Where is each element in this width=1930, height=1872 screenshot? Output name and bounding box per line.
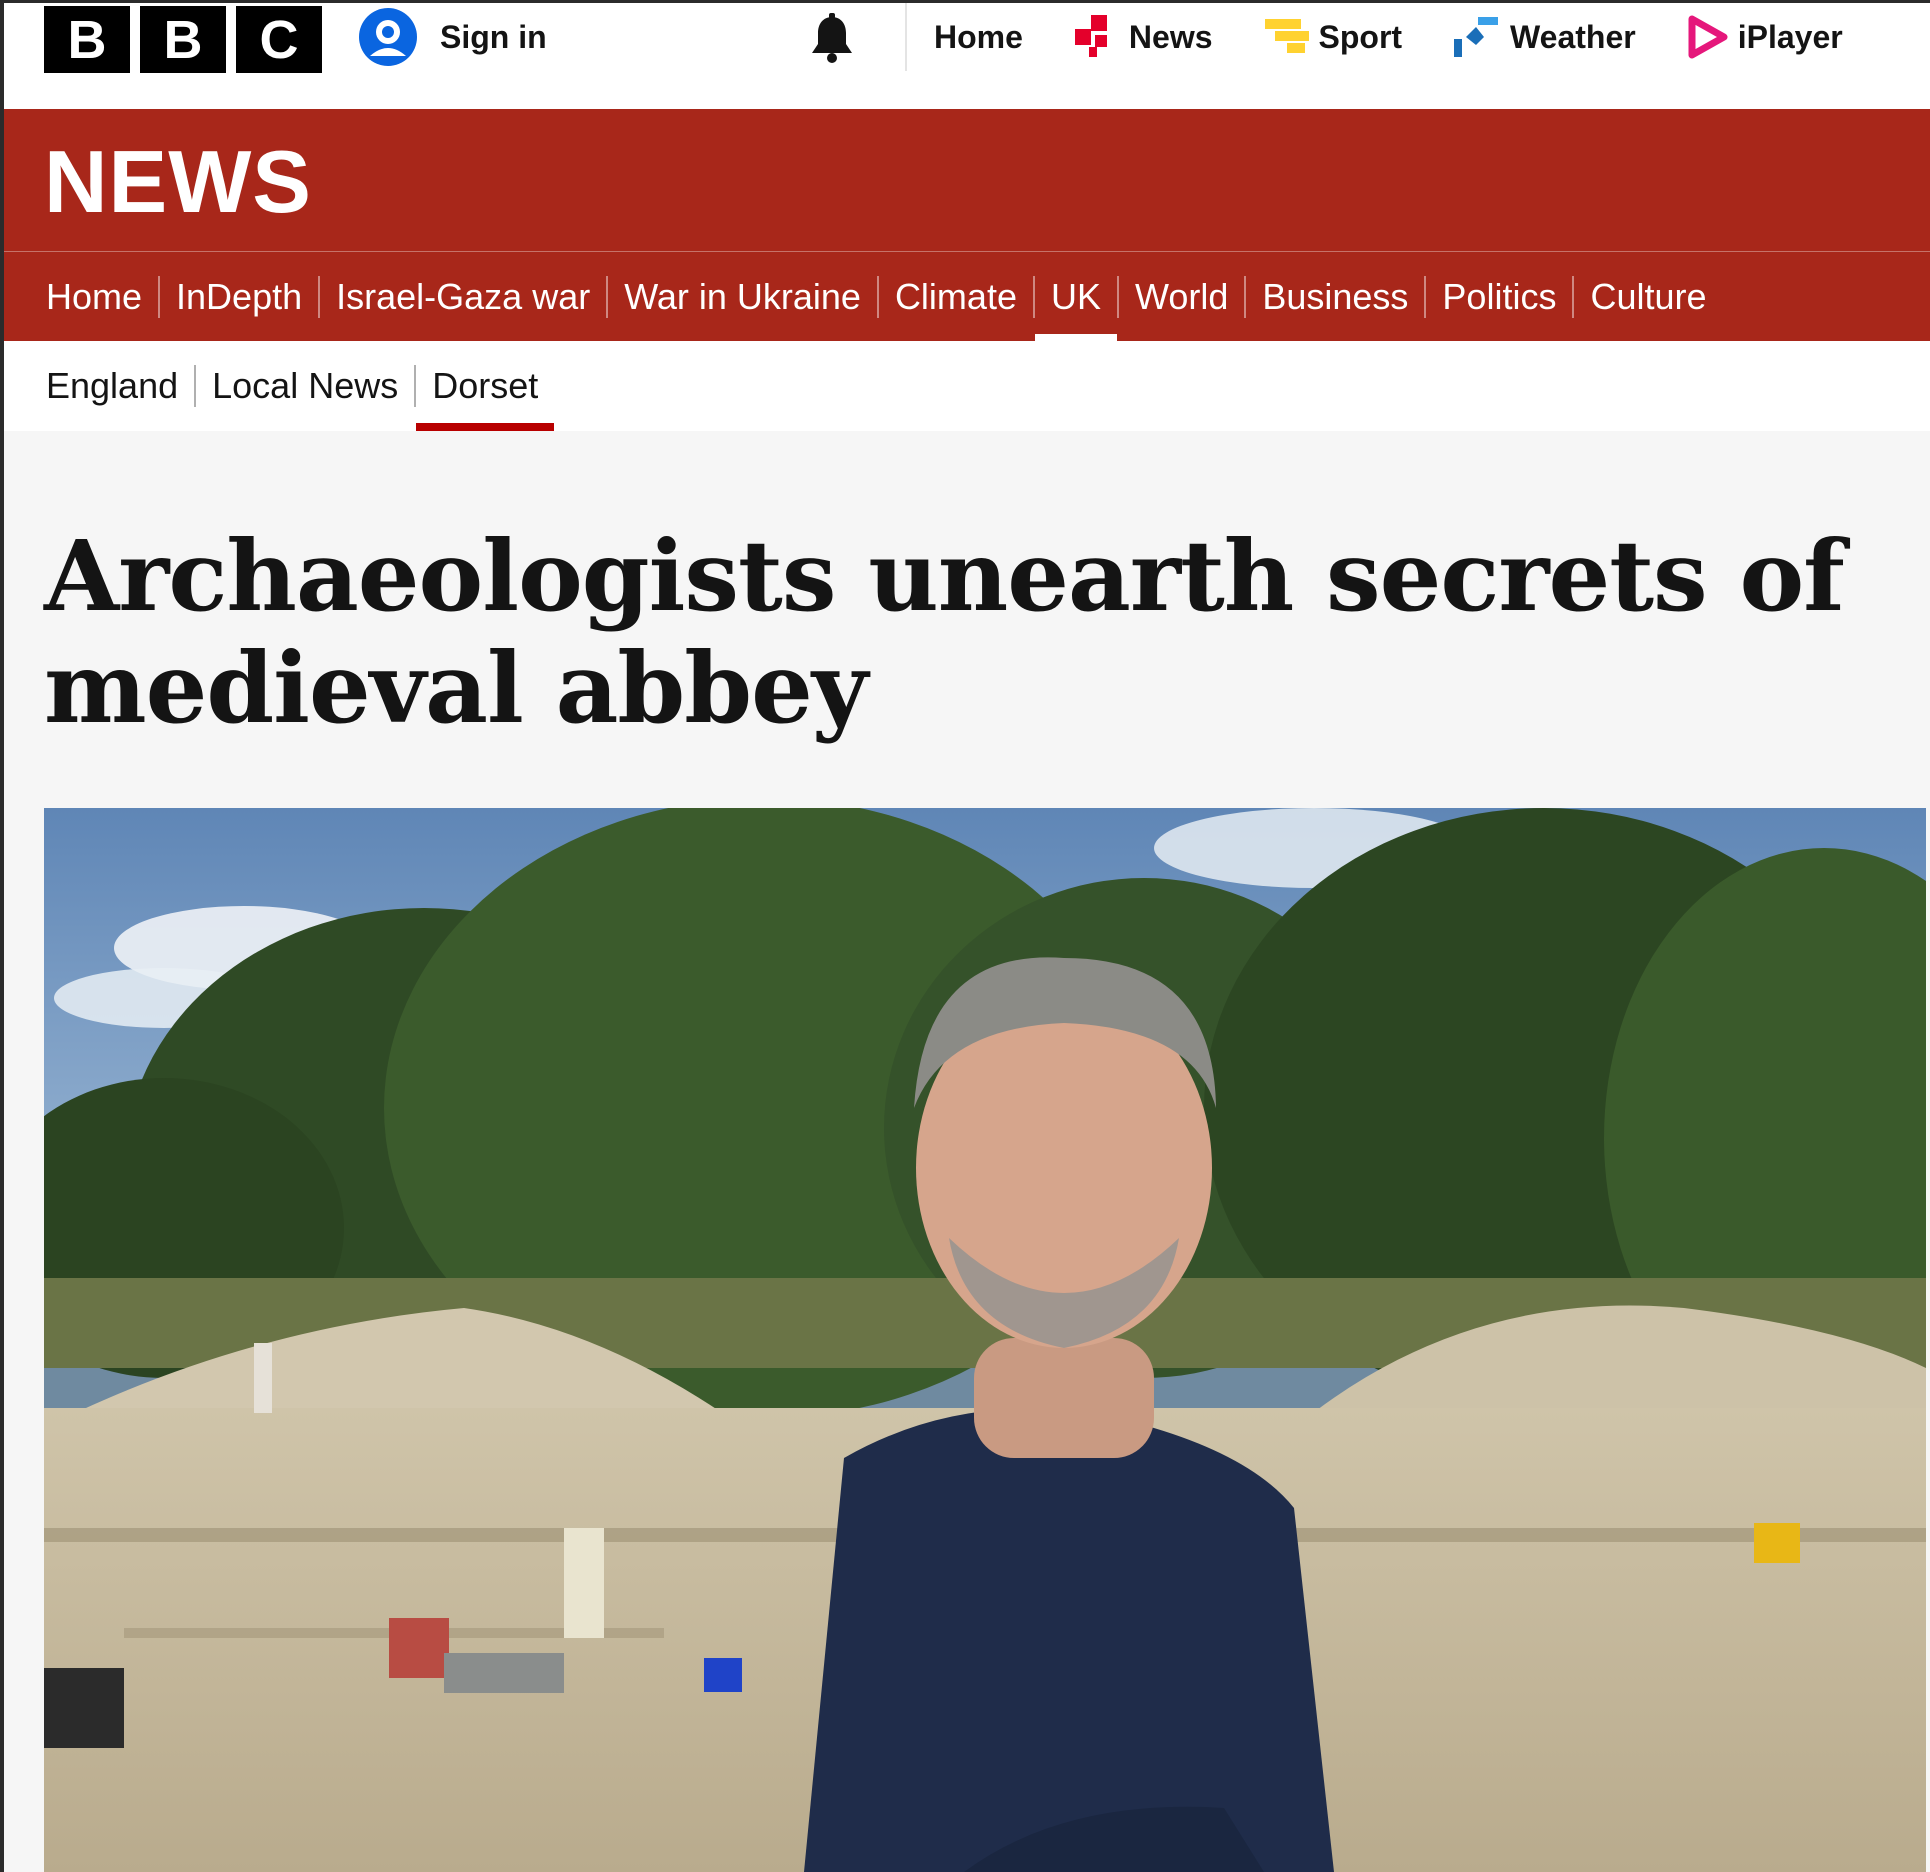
account-icon [359, 8, 417, 66]
global-link-label: Weather [1510, 18, 1636, 55]
section-nav-uk[interactable]: UK [1034, 252, 1117, 342]
section-nav-politics[interactable]: Politics [1426, 252, 1572, 342]
sub-nav: England Local News Dorset [4, 341, 1930, 431]
global-link-home[interactable]: Home [934, 19, 1023, 56]
global-nav: B B C Sign in Home News Sport Weather iP… [4, 3, 1930, 109]
sub-nav-dorset[interactable]: Dorset [416, 341, 555, 431]
global-link-label: Sport [1318, 18, 1403, 55]
news-icon [1074, 15, 1107, 57]
section-nav: Home InDepth Israel-Gaza war War in Ukra… [4, 251, 1930, 342]
global-link-weather[interactable]: Weather [1454, 15, 1636, 59]
section-nav-climate[interactable]: Climate [879, 252, 1033, 342]
global-link-iplayer[interactable]: iPlayer [1688, 15, 1843, 59]
photo-excavation-site [44, 808, 1926, 1872]
sign-in-button[interactable]: Sign in [358, 8, 547, 66]
bbc-logo-block: B [44, 6, 130, 73]
bbc-logo-block: C [236, 6, 322, 73]
iplayer-icon [1688, 15, 1728, 59]
section-nav-home[interactable]: Home [42, 252, 158, 342]
weather-icon [1454, 17, 1499, 57]
section-nav-business[interactable]: Business [1246, 252, 1424, 342]
sign-in-label: Sign in [440, 18, 547, 55]
section-nav-israel-gaza[interactable]: Israel-Gaza war [320, 252, 606, 342]
global-link-sport[interactable]: Sport [1264, 15, 1403, 59]
section-nav-world[interactable]: World [1119, 252, 1244, 342]
sub-nav-local-news[interactable]: Local News [196, 341, 414, 431]
article-image [44, 808, 1926, 1872]
section-nav-indepth[interactable]: InDepth [160, 252, 318, 342]
global-links: Home News Sport Weather iPlayer [934, 7, 1895, 67]
news-banner: NEWS Home InDepth Israel-Gaza war War in… [4, 109, 1930, 342]
bbc-logo[interactable]: B B C [44, 6, 322, 73]
bbc-logo-block: B [140, 6, 226, 73]
global-link-news[interactable]: News [1074, 15, 1213, 59]
global-link-label: News [1128, 18, 1213, 55]
section-nav-ukraine[interactable]: War in Ukraine [608, 252, 877, 342]
nav-divider [905, 3, 907, 71]
notification-bell-icon[interactable] [804, 11, 860, 67]
sub-nav-england[interactable]: England [42, 341, 194, 431]
section-nav-culture[interactable]: Culture [1574, 252, 1722, 342]
global-link-label: Home [934, 18, 1023, 55]
global-link-label: iPlayer [1737, 18, 1843, 55]
article-headline: Archaeologists unearth secrets of mediev… [44, 519, 1845, 745]
news-logo[interactable]: NEWS [44, 131, 312, 233]
sport-icon [1264, 19, 1309, 53]
